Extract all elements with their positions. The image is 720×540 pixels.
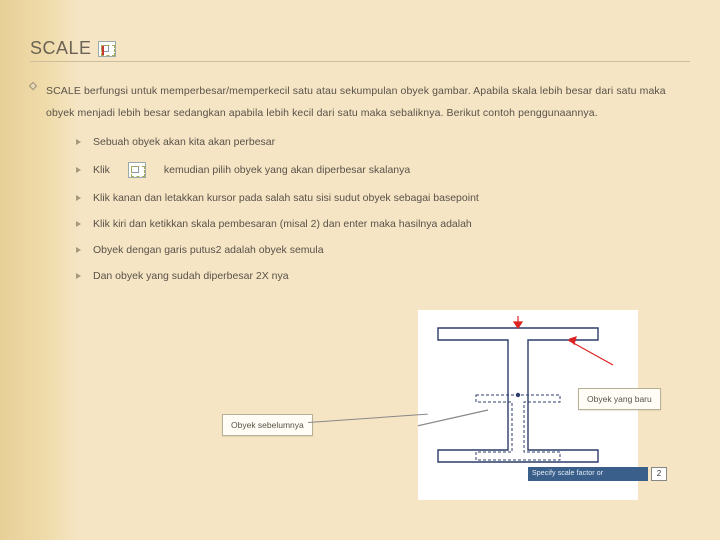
scale-factor-input[interactable]: 2: [651, 467, 667, 481]
step-text: Obyek dengan garis putus2 adalah obyek s…: [93, 244, 324, 256]
step-text: Klik kiri dan ketikkan skala pembesaran …: [93, 218, 472, 230]
chevron-bullet-icon: [76, 195, 81, 201]
diamond-bullet-icon: [29, 82, 37, 90]
step-text-a: Klik: [93, 164, 110, 176]
step-list: Sebuah obyek akan kita akan perbesar Kli…: [76, 136, 690, 282]
step-5: Obyek dengan garis putus2 adalah obyek s…: [76, 244, 690, 256]
chevron-bullet-icon: [76, 167, 81, 173]
step-2: Klik kemudian pilih obyek yang akan dipe…: [76, 162, 690, 178]
scale-tool-icon: [128, 162, 146, 178]
heading-row: SCALE: [30, 38, 690, 59]
step-3: Klik kanan dan letakkan kursor pada sala…: [76, 192, 690, 204]
step-4: Klik kiri dan ketikkan skala pembesaran …: [76, 218, 690, 230]
callout-text: Obyek sebelumnya: [231, 420, 304, 430]
intro-text: SCALE berfungsi untuk memperbesar/memper…: [46, 80, 690, 124]
heading-underline: [30, 61, 690, 62]
scale-tool-icon: [98, 41, 116, 57]
callout-text: Obyek yang baru: [587, 394, 652, 404]
callout-new-object: Obyek yang baru: [578, 388, 661, 410]
step-6: Dan obyek yang sudah diperbesar 2X nya: [76, 270, 690, 282]
chevron-bullet-icon: [76, 139, 81, 145]
slide-content: SCALE SCALE berfungsi untuk memperbesar/…: [0, 0, 720, 282]
step-text: Dan obyek yang sudah diperbesar 2X nya: [93, 270, 289, 282]
scale-factor-value: 2: [657, 469, 661, 478]
chevron-bullet-icon: [76, 273, 81, 279]
callout-previous-object: Obyek sebelumnya: [222, 414, 313, 436]
step-text: Sebuah obyek akan kita akan perbesar: [93, 136, 275, 148]
chevron-bullet-icon: [76, 221, 81, 227]
intro-block: SCALE berfungsi untuk memperbesar/memper…: [30, 80, 690, 124]
step-1: Sebuah obyek akan kita akan perbesar: [76, 136, 690, 148]
step-text: Klik kanan dan letakkan kursor pada sala…: [93, 192, 479, 204]
leader-line: [308, 414, 428, 423]
prompt-label: Specify scale factor or: [532, 470, 603, 477]
command-prompt: Specify scale factor or: [528, 467, 648, 481]
chevron-bullet-icon: [76, 247, 81, 253]
step-text-b: kemudian pilih obyek yang akan diperbesa…: [164, 164, 410, 176]
page-title: SCALE: [30, 38, 92, 59]
